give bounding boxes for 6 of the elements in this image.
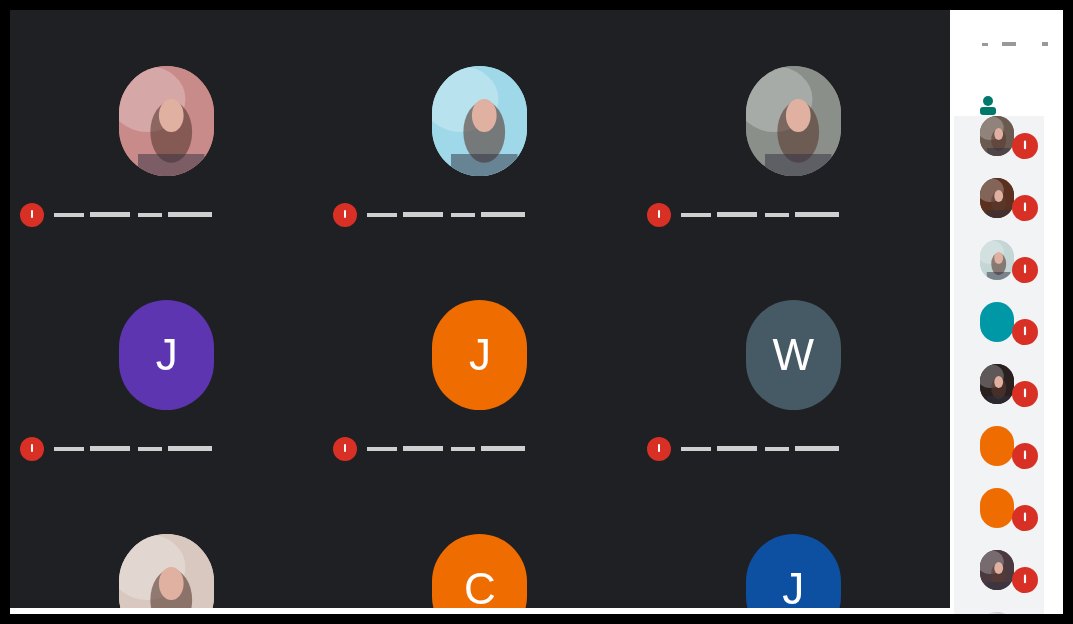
- avatar-initial: J: [468, 329, 492, 381]
- person-icon: [978, 95, 998, 115]
- avatar-initial: C: [463, 563, 497, 608]
- avatar-initial: J: [154, 329, 179, 381]
- avatar-initial: J: [781, 563, 806, 608]
- avatar-initial: W: [771, 329, 816, 381]
